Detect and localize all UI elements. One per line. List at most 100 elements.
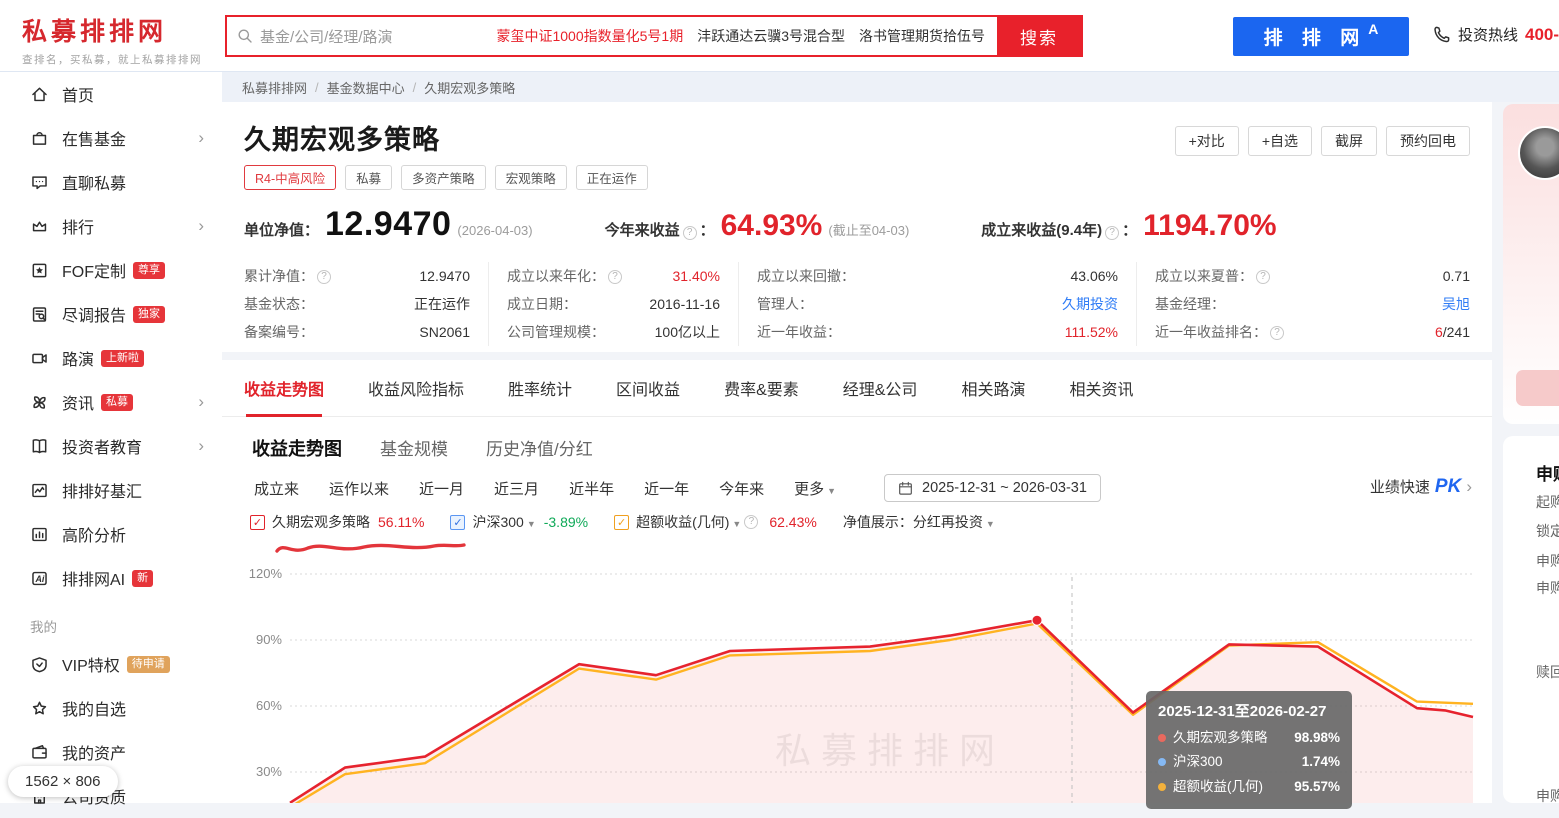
excess-series-label[interactable]: 超额收益(几何)▼ — [636, 512, 741, 532]
sidebar-item-roadshow[interactable]: 路演 上新啦 — [0, 336, 222, 380]
date-range-picker[interactable]: 2025-12-31 ~ 2026-03-31 — [884, 474, 1101, 502]
home-icon — [30, 85, 49, 104]
help-icon[interactable]: ? — [1270, 326, 1284, 340]
range-3m[interactable]: 近三月 — [494, 478, 539, 499]
detail-row: 管理人： 久期投资 — [757, 290, 1118, 318]
range-ytd[interactable]: 今年来 — [719, 478, 764, 499]
tab-fees[interactable]: 费率&要素 — [724, 376, 799, 400]
index-series-label[interactable]: 沪深300▼ — [472, 512, 535, 532]
pulse-chart-icon — [30, 481, 49, 500]
tab-performance-chart[interactable]: 收益走势图 — [244, 376, 324, 400]
fund-series-checkbox[interactable]: ✓ — [250, 515, 265, 530]
search-input[interactable]: 基金/公司/经理/路演 蒙玺中证1000指数量化5号1期 沣跃通达云骥3号混合型… — [227, 17, 997, 55]
tooltip-date-range: 2025-12-31至2026-02-27 — [1158, 700, 1340, 721]
logo-title: 私募排排网 — [22, 12, 202, 48]
badge: 新 — [132, 570, 153, 587]
search-placeholder: 基金/公司/经理/路演 — [260, 26, 393, 47]
hot-keyword[interactable]: 洛书管理期货拾伍号 — [859, 26, 985, 46]
sidebar-item-home[interactable]: 首页 — [0, 72, 222, 116]
since-inception-label: 成立来收益(9.4年) — [981, 219, 1102, 240]
purchase-row: 起购 — [1536, 492, 1559, 512]
one-year-rank-value: 6/241 — [1435, 324, 1470, 340]
screenshot-button[interactable]: 截屏 — [1321, 126, 1377, 156]
add-compare-button[interactable]: +对比 — [1175, 126, 1239, 156]
fund-status-value: 正在运作 — [414, 294, 470, 314]
excess-series-checkbox[interactable]: ✓ — [614, 515, 629, 530]
chevron-right-icon: › — [198, 216, 204, 236]
sidebar-item-ai[interactable]: Ai 排排网AI 新 — [0, 556, 222, 600]
y-tick-30: 30% — [256, 764, 282, 779]
advisor-action-button[interactable] — [1516, 370, 1559, 406]
subtab-fund-scale[interactable]: 基金规模 — [380, 435, 448, 460]
search-bar: 基金/公司/经理/路演 蒙玺中证1000指数量化5号1期 沣跃通达云骥3号混合型… — [225, 15, 1083, 57]
tab-interval-return[interactable]: 区间收益 — [616, 376, 680, 400]
subtab-performance[interactable]: 收益走势图 — [252, 435, 342, 461]
sidebar-item-watchlist[interactable]: 我的自选 — [0, 686, 222, 730]
logo-tagline: 查排名，买私募，就上私募排排网 — [22, 52, 202, 67]
sidebar-item-good-funds[interactable]: 排排好基汇 — [0, 468, 222, 512]
range-since-inception[interactable]: 成立来 — [254, 478, 299, 499]
breadcrumb-separator: / — [413, 80, 417, 95]
hot-keyword[interactable]: 沣跃通达云骥3号混合型 — [697, 26, 845, 46]
fund-manager-link[interactable]: 吴旭 — [1442, 294, 1470, 314]
sidebar-item-ranking[interactable]: 排行 › — [0, 204, 222, 248]
company-aum-value: 100亿以上 — [655, 322, 720, 342]
search-button[interactable]: 搜索 — [997, 17, 1081, 55]
fof-star-icon — [30, 261, 49, 280]
hover-point-marker — [1032, 615, 1042, 625]
badge: 独家 — [133, 306, 165, 323]
tab-manager-company[interactable]: 经理&公司 — [843, 376, 918, 400]
help-icon[interactable]: ? — [1105, 226, 1119, 240]
sidebar-item-news[interactable]: 资讯 私募 › — [0, 380, 222, 424]
purchase-heading: 申购 — [1536, 460, 1559, 485]
help-icon[interactable]: ? — [744, 515, 758, 529]
sharpe-ratio-value: 0.71 — [1443, 268, 1470, 284]
range-more-dropdown[interactable]: 更多▼ — [794, 478, 836, 499]
range-since-operation[interactable]: 运作以来 — [329, 478, 389, 499]
subtab-nav-history[interactable]: 历史净值/分红 — [486, 435, 593, 460]
sidebar-item-chat[interactable]: 直聊私募 — [0, 160, 222, 204]
sidebar-section-mine: 我的 — [0, 600, 222, 642]
range-1y[interactable]: 近一年 — [644, 478, 689, 499]
add-watchlist-button[interactable]: +自选 — [1248, 126, 1312, 156]
chart-tooltip: 2025-12-31至2026-02-27 久期宏观多策略 98.98% 沪深3… — [1146, 691, 1352, 809]
tab-win-rate[interactable]: 胜率统计 — [508, 376, 572, 400]
main-tabs: 收益走势图 收益风险指标 胜率统计 区间收益 费率&要素 经理&公司 相关路演 … — [222, 360, 1492, 417]
tab-risk-metrics[interactable]: 收益风险指标 — [368, 376, 464, 400]
breadcrumb-home[interactable]: 私募排排网 — [242, 78, 307, 97]
chevron-down-icon: ▼ — [732, 519, 741, 529]
hotline-number: 400-6 — [1525, 25, 1559, 45]
sidebar-item-dd-report[interactable]: 尽调报告 独家 — [0, 292, 222, 336]
performance-pk-link[interactable]: 业绩快速 PK › — [1370, 476, 1472, 498]
site-logo[interactable]: 私募排排网 查排名，买私募，就上私募排排网 — [22, 12, 202, 67]
nav-display-dropdown[interactable]: 分红再投资▼ — [913, 512, 995, 532]
range-6m[interactable]: 近半年 — [569, 478, 614, 499]
tab-news[interactable]: 相关资讯 — [1069, 376, 1133, 400]
sidebar-item-advanced-analysis[interactable]: 高阶分析 — [0, 512, 222, 556]
callback-button[interactable]: 预约回电 — [1386, 126, 1470, 156]
detail-row: 基金经理： 吴旭 — [1155, 290, 1470, 318]
help-icon[interactable]: ? — [1256, 270, 1270, 284]
sidebar-item-vip[interactable]: VIP特权 待申请 — [0, 642, 222, 686]
help-icon[interactable]: ? — [317, 270, 331, 284]
series-dot — [1158, 734, 1166, 742]
range-1m[interactable]: 近一月 — [419, 478, 464, 499]
sidebar-item-investor-education[interactable]: 投资者教育 › — [0, 424, 222, 468]
chevron-right-icon: › — [198, 128, 204, 148]
help-icon[interactable]: ? — [683, 226, 697, 240]
inception-date-value: 2016-11-16 — [649, 296, 720, 312]
hot-keyword[interactable]: 蒙玺中证1000指数量化5号1期 — [496, 26, 683, 46]
risk-tag: R4-中高风险 — [244, 165, 336, 190]
cumulative-nav-value: 12.9470 — [419, 268, 470, 284]
sidebar-item-fof[interactable]: FOF定制 尊享 — [0, 248, 222, 292]
app-download-button[interactable]: 排 排 网 A — [1233, 17, 1409, 56]
advisor-avatar[interactable] — [1518, 126, 1559, 180]
manager-company-link[interactable]: 久期投资 — [1062, 294, 1118, 314]
open-book-icon — [30, 437, 49, 456]
tab-roadshows[interactable]: 相关路演 — [961, 376, 1025, 400]
index-series-checkbox[interactable]: ✓ — [450, 515, 465, 530]
sidebar-item-funds-on-sale[interactable]: 在售基金 › — [0, 116, 222, 160]
breadcrumb-data-center[interactable]: 基金数据中心 — [327, 78, 405, 97]
help-icon[interactable]: ? — [608, 270, 622, 284]
fund-tags: R4-中高风险 私募 多资产策略 宏观策略 正在运作 — [244, 165, 648, 190]
